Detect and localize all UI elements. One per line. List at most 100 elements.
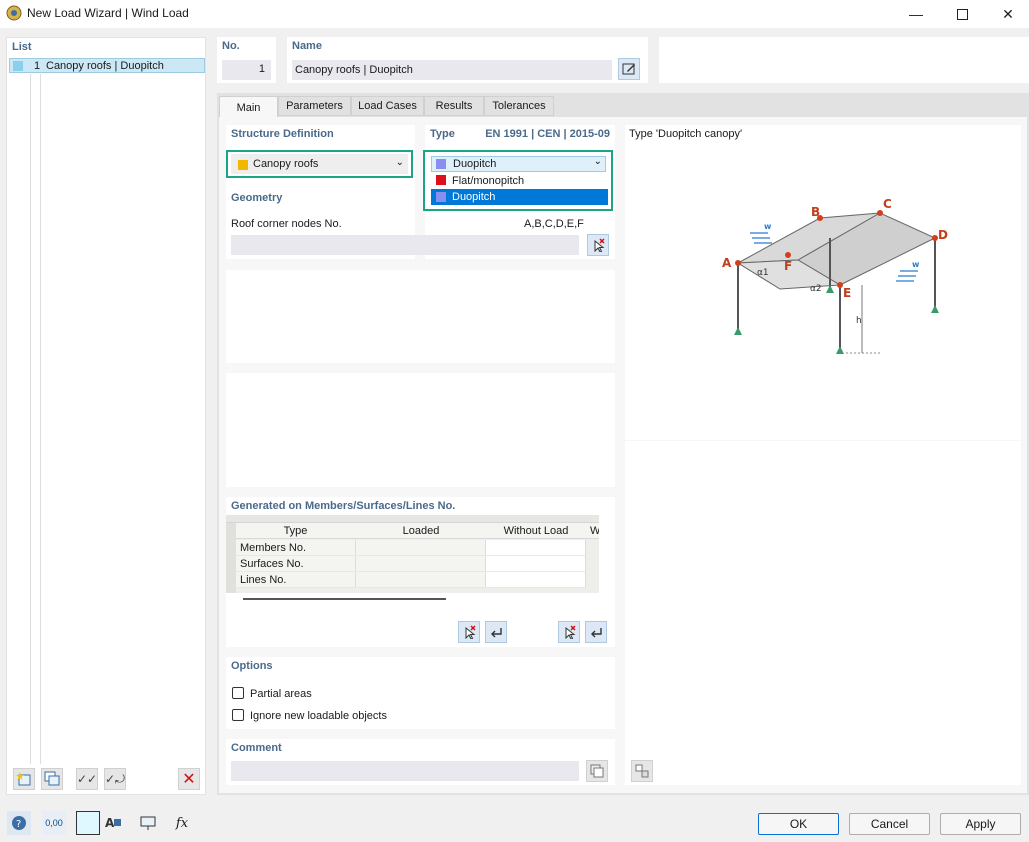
table-header: Type Loaded Without Load W — [236, 523, 599, 539]
wind-label: w — [764, 222, 772, 231]
empty-panel-1 — [226, 270, 615, 363]
type-selected-box[interactable]: Duopitch ⌄ — [431, 156, 606, 172]
app-icon — [6, 5, 22, 21]
structure-dropdown[interactable]: Canopy roofs ⌄ — [226, 150, 413, 178]
options-title: Options — [231, 660, 273, 672]
window-title: New Load Wizard | Wind Load — [27, 6, 189, 20]
chevron-down-icon: ⌄ — [593, 156, 602, 167]
delete-icon[interactable]: ✕ — [178, 768, 200, 790]
structure-definition-title: Structure Definition — [231, 128, 334, 140]
type-selected: Duopitch — [453, 158, 497, 170]
preview-options-icon[interactable] — [631, 760, 653, 782]
pick-nodes-icon[interactable] — [587, 234, 609, 256]
maximize-icon[interactable] — [939, 0, 985, 28]
options-panel: Options Partial areas Ignore new loadabl… — [226, 657, 615, 729]
comment-panel: Comment — [226, 739, 615, 785]
apply-button[interactable]: Apply — [940, 813, 1021, 835]
edit-name-icon[interactable] — [618, 58, 640, 80]
col-loaded: Loaded — [402, 525, 440, 537]
wind-label: w — [912, 260, 920, 269]
number-field[interactable]: 1 — [222, 60, 271, 80]
type-dropdown[interactable]: Duopitch ⌄ Flat/monopitch Duopitch — [423, 150, 613, 211]
ignore-new-checkbox[interactable] — [232, 709, 244, 721]
comment-library-icon[interactable] — [586, 760, 608, 782]
col-without-load: Without Load — [503, 525, 569, 537]
new-item-icon[interactable] — [13, 768, 35, 790]
cancel-button[interactable]: Cancel — [849, 813, 930, 835]
copy-item-icon[interactable] — [41, 768, 63, 790]
duopitch-canopy-diagram: A B C D E F h w w α1 α2 — [722, 197, 948, 354]
list-item[interactable]: 1 Canopy roofs | Duopitch — [9, 58, 205, 73]
number-box: No. 1 — [217, 37, 276, 83]
tab-parameters[interactable]: Parameters — [278, 96, 351, 116]
horizontal-scrollbar[interactable] — [243, 598, 446, 600]
ignore-new-label: Ignore new loadable objects — [250, 710, 387, 722]
units-icon[interactable]: A — [101, 811, 125, 835]
type-option-label: Flat/monopitch — [452, 175, 525, 187]
row-header-strip — [226, 523, 236, 593]
loaded-cell[interactable] — [356, 540, 486, 556]
type-standard: EN 1991 | CEN | 2015-09 — [485, 128, 610, 140]
row-label: Surfaces No. — [236, 556, 356, 572]
tab-tolerances[interactable]: Tolerances — [484, 96, 554, 116]
tab-results[interactable]: Results — [424, 96, 484, 116]
node-label-f: F — [784, 259, 792, 273]
formula-icon[interactable]: f𝑥 — [170, 811, 194, 835]
partial-areas-checkbox[interactable] — [232, 687, 244, 699]
number-label: No. — [222, 40, 240, 52]
table-row[interactable]: Surfaces No. — [236, 556, 599, 572]
pick-without-load-icon[interactable] — [558, 621, 580, 643]
help-icon[interactable]: ? — [7, 811, 31, 835]
partial-areas-label: Partial areas — [250, 688, 312, 700]
col-type: Type — [283, 525, 308, 537]
reset-without-load-icon[interactable] — [585, 621, 607, 643]
loaded-cell[interactable] — [356, 572, 486, 588]
comment-field[interactable] — [231, 761, 579, 781]
header-blank — [659, 37, 1029, 83]
type-option-label: Duopitch — [452, 191, 496, 203]
type-option-flat[interactable]: Flat/monopitch — [431, 173, 608, 189]
reset-loaded-icon[interactable] — [485, 621, 507, 643]
view-icon[interactable] — [136, 811, 160, 835]
close-icon[interactable]: ✕ — [985, 0, 1029, 28]
preview-title: Type 'Duopitch canopy' — [629, 128, 743, 140]
uncheck-all-icon[interactable]: ✓⤾ — [104, 768, 126, 790]
flat-swatch — [436, 175, 446, 185]
row-label: Lines No. — [236, 572, 356, 588]
table-row[interactable]: Lines No. — [236, 572, 599, 588]
generated-panel: Generated on Members/Surfaces/Lines No. … — [226, 497, 615, 647]
check-all-icon[interactable]: ✓✓ — [76, 768, 98, 790]
duopitch-swatch — [436, 159, 446, 169]
preview-panel: Type 'Duopitch canopy' A B C D E F h w w… — [625, 125, 1021, 440]
generated-title: Generated on Members/Surfaces/Lines No. — [231, 500, 456, 512]
roof-corner-label: Roof corner nodes No. — [231, 218, 342, 230]
comment-title: Comment — [231, 742, 282, 754]
name-box: Name Canopy roofs | Duopitch — [287, 37, 648, 83]
tree-line — [30, 74, 31, 764]
pick-loaded-icon[interactable] — [458, 621, 480, 643]
table-row[interactable]: Members No. — [236, 540, 599, 556]
without-load-cell[interactable] — [486, 556, 586, 572]
loaded-cell[interactable] — [356, 556, 486, 572]
tab-main[interactable]: Main — [219, 96, 278, 118]
table-band — [226, 515, 599, 523]
svg-text:?: ? — [16, 819, 21, 830]
row-label: Members No. — [236, 540, 356, 556]
name-field[interactable]: Canopy roofs | Duopitch — [292, 60, 612, 80]
tree-line — [40, 74, 41, 764]
structure-selected: Canopy roofs — [253, 158, 319, 170]
without-load-cell[interactable] — [486, 540, 586, 556]
ok-button[interactable]: OK — [758, 813, 839, 835]
title-bar: New Load Wizard | Wind Load — ✕ — [0, 0, 1029, 28]
color-icon[interactable] — [76, 811, 100, 835]
type-option-duopitch[interactable]: Duopitch — [431, 189, 608, 205]
roof-corner-field[interactable] — [231, 235, 579, 255]
decimal-places-icon[interactable]: 0,00 — [42, 811, 66, 835]
without-load-cell[interactable] — [486, 572, 586, 588]
tab-load-cases[interactable]: Load Cases — [351, 96, 424, 116]
minimize-icon[interactable]: — — [893, 0, 939, 28]
preview-lower-panel — [625, 441, 1021, 785]
geometry-title: Geometry — [231, 192, 283, 204]
roof-corner-value: A,B,C,D,E,F — [524, 218, 584, 230]
list-item-label: Canopy roofs | Duopitch — [46, 60, 164, 72]
